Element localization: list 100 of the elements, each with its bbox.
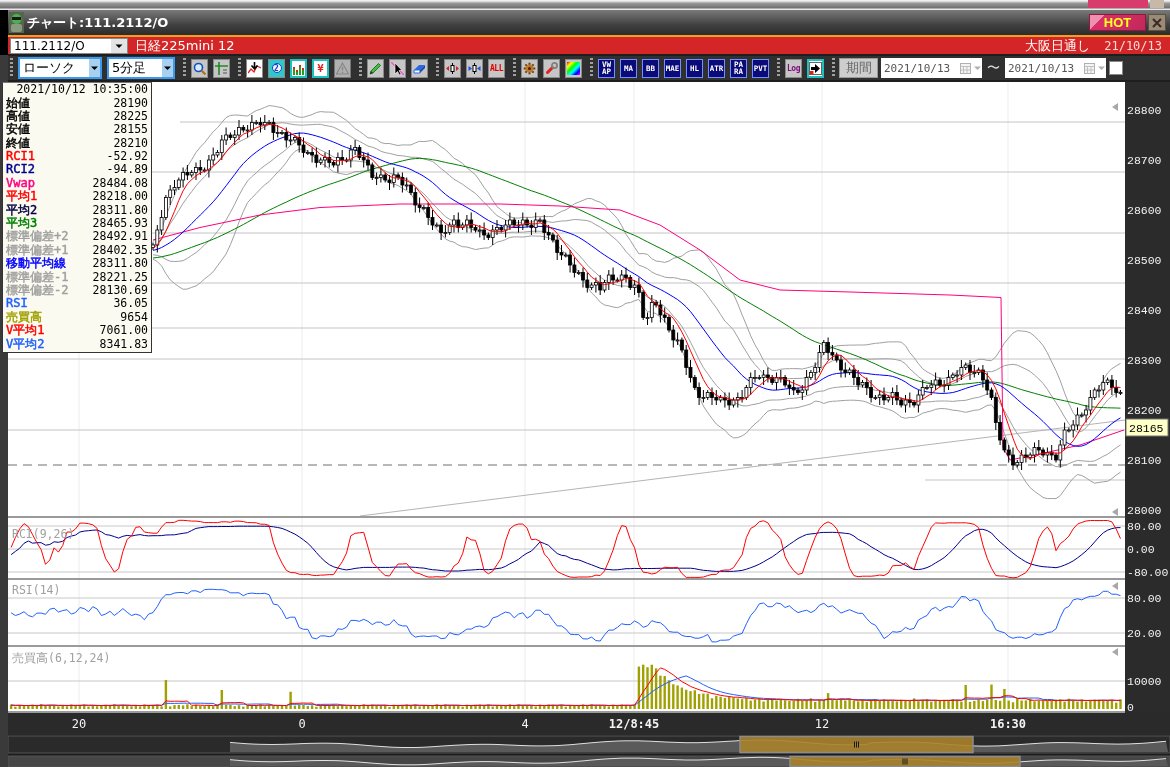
indicator-value: 28402.35 [92, 243, 148, 258]
indicator-title: RSI(14) [12, 583, 61, 597]
grip-icon[interactable] [590, 58, 593, 78]
indicator-value: -52.92 [106, 150, 148, 164]
axis-label: 10000 [1127, 675, 1162, 688]
search-button[interactable] [191, 58, 208, 78]
indicator-value: 28484.08 [92, 176, 148, 191]
indicator-value: 7061.00 [99, 324, 148, 338]
indicator-label: 売買高 [6, 310, 42, 324]
indicator-value: 9654 [120, 310, 148, 325]
caret-icon[interactable] [89, 59, 100, 77]
indicator-value: 28311.80 [92, 203, 148, 217]
dropdown[interactable]: 5分足 [107, 57, 175, 79]
indicator-label: 平均3 [6, 217, 38, 230]
grip-icon[interactable] [777, 58, 780, 78]
grip-icon[interactable] [854, 741, 859, 748]
gear-icon [523, 61, 536, 75]
warning-icon [336, 61, 349, 75]
number-two-button[interactable]: 2 [268, 58, 285, 78]
indicator-value: 28465.93 [92, 217, 148, 231]
time-axis-label: 16:30 [989, 717, 1027, 731]
grip-icon[interactable] [436, 58, 439, 78]
arrow-tile-button[interactable] [807, 58, 824, 78]
log-button[interactable]: Log [785, 58, 802, 78]
session-name: 大阪日通し [1025, 36, 1091, 55]
indicator-value: 28218.00 [92, 190, 148, 204]
indicator-label: 標準偏差+1 [6, 243, 69, 257]
wrench-button[interactable] [543, 58, 560, 78]
grip-icon[interactable] [10, 58, 13, 78]
indicator-label: 始値 [6, 96, 30, 110]
caret-icon[interactable] [162, 59, 173, 77]
candle-expand-button[interactable] [444, 58, 461, 78]
axis-label: 80.00 [1127, 592, 1162, 605]
indicator-label: 標準偏差-2 [6, 283, 69, 298]
price-axis-label: 28300 [1127, 354, 1162, 367]
time-axis-label: 12/8:45 [608, 717, 660, 731]
pencil-button[interactable] [367, 58, 384, 78]
grip-icon[interactable] [832, 58, 835, 78]
price-axis-label: 28500 [1127, 254, 1162, 267]
close-button[interactable] [1148, 14, 1166, 31]
eraser-button[interactable] [411, 58, 428, 78]
grip-icon[interactable] [183, 58, 186, 78]
hot-button[interactable]: HOT [1089, 14, 1146, 31]
grip-icon[interactable] [513, 58, 516, 78]
indicator-label: 標準偏差+2 [6, 230, 69, 244]
price-axis-label: 28400 [1127, 304, 1162, 317]
search-icon [193, 61, 206, 75]
indicator-value: -94.89 [106, 163, 148, 177]
checkbox[interactable] [1109, 61, 1123, 75]
indicator-value: 28225 [113, 109, 148, 124]
indicator-value: 28130.69 [92, 283, 148, 298]
timestamp: 2021/10/12 10:35:00 [16, 83, 148, 97]
time-axis-label: 20 [71, 717, 87, 731]
axis-label: -80.00 [1127, 566, 1169, 579]
triangle-marker-icon [1112, 648, 1118, 656]
grip-icon[interactable] [359, 58, 362, 78]
chart-arrow-icon [248, 61, 261, 75]
trade-date: 21/10/13 [1104, 38, 1162, 53]
indicator-label: V平均1 [6, 324, 45, 338]
candle-shrink-button[interactable] [466, 58, 483, 78]
axis-label: 20.00 [1127, 627, 1162, 640]
color-palette-icon [567, 61, 580, 75]
indicator-value: 28190 [113, 96, 148, 110]
yen-button[interactable]: ¥ [312, 58, 329, 78]
indicator-title: 売買高(6,12,24) [12, 651, 111, 665]
dropdown[interactable]: ローソク [18, 57, 102, 79]
color-palette-button[interactable] [565, 58, 582, 78]
bar-chart-button[interactable] [290, 58, 307, 78]
triangle-marker-icon [1112, 103, 1118, 111]
indicator-label: 高値 [6, 109, 30, 123]
axis-label: 0 [1127, 701, 1134, 713]
axis-label: 0.00 [1127, 543, 1155, 556]
indicator-value: 28311.80 [92, 257, 148, 271]
instrument-name: 日経225mini 12 [135, 36, 235, 55]
indicator-label: Vwap [6, 176, 35, 191]
navigator-thumb[interactable] [739, 735, 974, 754]
caret-icon[interactable] [111, 38, 127, 53]
gear-button[interactable] [521, 58, 538, 78]
cursor-icon [391, 61, 404, 75]
wrench-icon [545, 61, 558, 75]
symbol-combo[interactable]: 111.2112/O [10, 37, 128, 54]
pencil-icon [369, 61, 382, 75]
indicator-label: 標準偏差-1 [6, 270, 69, 284]
arrow-tile-icon [809, 61, 822, 75]
window-title: チャート:111.2112/O [27, 13, 169, 32]
price-axis-label: 28700 [1127, 154, 1162, 167]
cursor-button[interactable] [389, 58, 406, 78]
period-button[interactable]: 期間 [839, 58, 878, 78]
price-axis-label: 28600 [1127, 204, 1162, 217]
indicator-value: 28155 [113, 123, 148, 137]
grip-icon[interactable] [902, 758, 908, 765]
close-icon [1152, 17, 1162, 28]
grip-icon[interactable] [238, 58, 241, 78]
chart-arrow-button[interactable] [246, 58, 263, 78]
indicator-label: 移動平均線 [6, 257, 66, 271]
price-axis-label: 28000 [1127, 504, 1162, 517]
price-axis-label: 28800 [1127, 104, 1162, 117]
indicator-label: 安値 [6, 123, 30, 137]
crosshair-button[interactable] [213, 58, 230, 78]
crosshair-icon [215, 61, 228, 75]
